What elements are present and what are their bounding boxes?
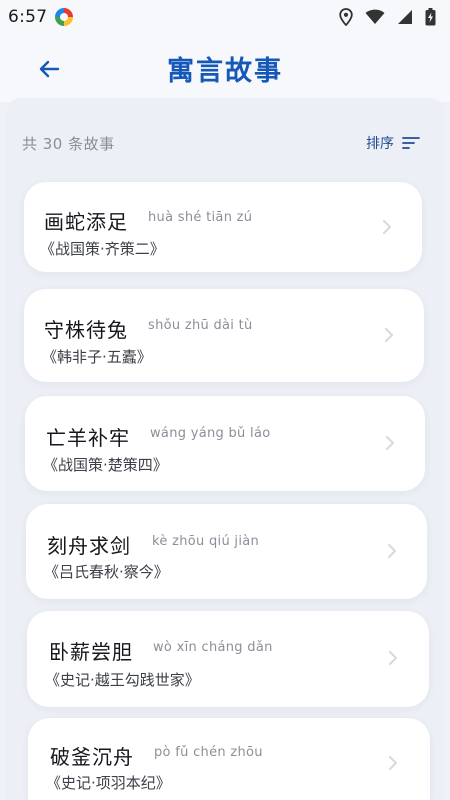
signal-icon: [398, 10, 412, 24]
story-card-ke-zhou-qiu-jian[interactable]: 刻舟求剑 kè zhōu qiú jiàn 《吕氏春秋·察今》: [26, 504, 427, 599]
status-time: 6:57: [8, 7, 48, 27]
app-notification-icon: [55, 8, 74, 26]
story-pinyin: kè zhōu qiú jiàn: [152, 534, 260, 549]
sort-button[interactable]: 排序: [366, 133, 420, 153]
story-card-shou-zhu-dai-tu[interactable]: 守株待兔 shǒu zhū dài tù 《韩非子·五蠹》: [24, 289, 424, 382]
story-source: 《战国策·齐策二》: [40, 240, 165, 258]
story-title: 亡羊补牢: [46, 426, 130, 450]
story-source: 《吕氏春秋·察今》: [44, 563, 169, 581]
story-title: 卧薪尝胆: [49, 640, 133, 664]
story-card-po-fu-chen-zhou[interactable]: 破釜沉舟 pò fǔ chén zhōu 《史记·项羽本纪》: [28, 718, 430, 800]
chevron-right-icon: [383, 220, 391, 234]
sort-icon: [402, 137, 420, 149]
story-count: 共 30 条故事: [22, 134, 115, 153]
story-card-wang-yang-bu-lao[interactable]: 亡羊补牢 wáng yáng bǔ láo 《战国策·楚策四》: [25, 396, 425, 491]
story-pinyin: wáng yáng bǔ láo: [150, 426, 271, 441]
app-bar: 寓言故事: [0, 34, 450, 102]
sort-label: 排序: [366, 136, 394, 152]
story-source: 《史记·越王勾践世家》: [45, 671, 200, 689]
status-bar: 6:57: [0, 0, 450, 34]
location-icon: [339, 8, 353, 26]
story-pinyin: wò xīn cháng dǎn: [153, 640, 273, 655]
page-title: 寓言故事: [167, 55, 283, 87]
story-source: 《韩非子·五蠹》: [42, 348, 152, 366]
story-title: 刻舟求剑: [47, 534, 131, 558]
chevron-right-icon: [386, 436, 394, 450]
story-card-wo-xin-chang-dan[interactable]: 卧薪尝胆 wò xīn cháng dǎn 《史记·越王勾践世家》: [27, 611, 429, 707]
status-icons: [339, 8, 436, 26]
story-pinyin: huà shé tiān zú: [148, 210, 253, 225]
back-button[interactable]: [34, 54, 64, 84]
battery-icon: [425, 8, 436, 26]
story-source: 《战国策·楚策四》: [43, 456, 168, 474]
story-card-hua-she-tian-zu[interactable]: 画蛇添足 huà shé tiān zú 《战国策·齐策二》: [24, 182, 422, 272]
story-title: 破釜沉舟: [50, 745, 134, 769]
chevron-right-icon: [389, 651, 397, 665]
story-pinyin: pò fǔ chén zhōu: [154, 745, 263, 760]
story-title: 画蛇添足: [44, 210, 128, 234]
chevron-right-icon: [389, 756, 397, 770]
wifi-icon: [365, 9, 385, 24]
chevron-right-icon: [385, 328, 393, 342]
list-header: 共 30 条故事 排序: [22, 130, 420, 156]
story-source: 《史记·项羽本纪》: [46, 774, 171, 792]
chevron-right-icon: [388, 544, 396, 558]
story-pinyin: shǒu zhū dài tù: [148, 318, 253, 333]
arrow-left-icon: [39, 60, 60, 78]
story-title: 守株待兔: [44, 318, 128, 342]
